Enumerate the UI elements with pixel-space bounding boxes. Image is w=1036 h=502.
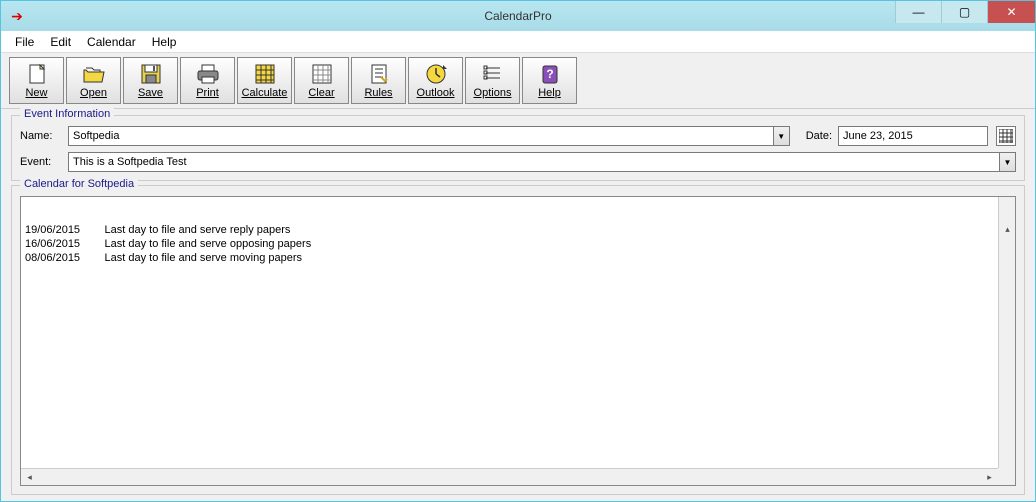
scroll-right-icon[interactable]: ▸	[981, 469, 998, 486]
new-button[interactable]: New	[9, 57, 64, 104]
scroll-up-icon[interactable]: ▴	[999, 221, 1016, 238]
vertical-scrollbar[interactable]: ▴	[998, 197, 1015, 468]
event-info-group: Event Information Name: ▼ Date: Event: ▼	[11, 115, 1025, 181]
save-icon	[137, 62, 165, 86]
calendar-textarea[interactable]: 19/06/2015 Last day to file and serve re…	[20, 196, 1016, 486]
titlebar[interactable]: ➔ CalendarPro — ▢ ✕	[1, 1, 1035, 31]
outlook-button[interactable]: Outlook	[408, 57, 463, 104]
open-icon	[80, 62, 108, 86]
print-icon	[194, 62, 222, 86]
calendar-group: Calendar for Softpedia 19/06/2015 Last d…	[11, 185, 1025, 495]
menu-calendar[interactable]: Calendar	[79, 33, 144, 51]
name-combo: ▼	[68, 126, 790, 146]
menu-edit[interactable]: Edit	[42, 33, 79, 51]
help-icon: ?	[536, 62, 564, 86]
calendar-rows: 19/06/2015 Last day to file and serve re…	[25, 223, 1011, 265]
content-area: Event Information Name: ▼ Date: Event: ▼	[1, 109, 1035, 501]
date-input[interactable]	[838, 126, 988, 146]
print-button[interactable]: Print	[180, 57, 235, 104]
calculate-icon	[251, 62, 279, 86]
event-dropdown-button[interactable]: ▼	[999, 152, 1016, 172]
scroll-corner	[998, 468, 1015, 485]
svg-text:?: ?	[546, 67, 553, 81]
menubar: File Edit Calendar Help	[1, 31, 1035, 53]
name-label: Name:	[20, 130, 62, 142]
clear-button[interactable]: Clear	[294, 57, 349, 104]
menu-file[interactable]: File	[7, 33, 42, 51]
outlook-icon	[422, 62, 450, 86]
event-input[interactable]	[68, 152, 999, 172]
event-info-legend: Event Information	[20, 108, 114, 120]
close-button[interactable]: ✕	[987, 1, 1035, 23]
rules-icon	[365, 62, 393, 86]
date-picker-button[interactable]	[996, 126, 1016, 146]
minimize-button[interactable]: —	[895, 1, 941, 23]
new-icon	[23, 62, 51, 86]
maximize-button[interactable]: ▢	[941, 1, 987, 23]
menu-help[interactable]: Help	[144, 33, 185, 51]
options-icon	[479, 62, 507, 86]
calendar-legend: Calendar for Softpedia	[20, 178, 138, 190]
options-button[interactable]: Options	[465, 57, 520, 104]
app-window: ➔ CalendarPro — ▢ ✕ File Edit Calendar H…	[0, 0, 1036, 502]
date-label: Date:	[806, 130, 832, 142]
app-icon: ➔	[7, 6, 27, 26]
horizontal-scrollbar[interactable]: ◂ ▸	[21, 468, 998, 485]
name-input[interactable]	[68, 126, 773, 146]
save-button[interactable]: Save	[123, 57, 178, 104]
rules-button[interactable]: Rules	[351, 57, 406, 104]
window-controls: — ▢ ✕	[895, 1, 1035, 31]
calendar-icon	[999, 129, 1013, 143]
window-title: CalendarPro	[484, 9, 551, 23]
clear-icon	[308, 62, 336, 86]
toolbar: New Open Save Print Calculate Clear Rule…	[1, 53, 1035, 109]
event-label: Event:	[20, 156, 62, 168]
event-combo: ▼	[68, 152, 1016, 172]
scroll-left-icon[interactable]: ◂	[21, 469, 38, 486]
help-button[interactable]: ? Help	[522, 57, 577, 104]
name-dropdown-button[interactable]: ▼	[773, 126, 790, 146]
open-button[interactable]: Open	[66, 57, 121, 104]
calculate-button[interactable]: Calculate	[237, 57, 292, 104]
